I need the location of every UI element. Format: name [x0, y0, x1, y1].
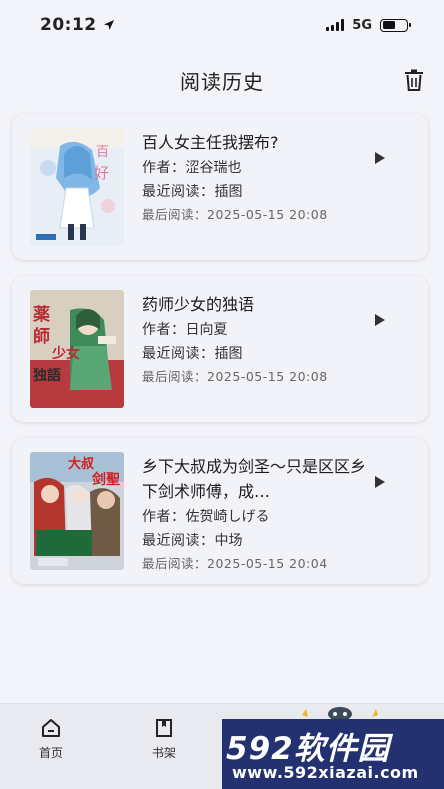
- author-name: 涩谷瑞也: [185, 160, 242, 176]
- recent-chapter: 中场: [214, 533, 243, 549]
- author-line: 作者：日向夏: [142, 318, 366, 342]
- book-info: 百人女主任我摆布? 作者：涩谷瑞也 最近阅读：插图 最后阅读：2025-05-1…: [142, 128, 410, 246]
- nav-home-label: 首页: [38, 746, 63, 760]
- status-bar: 20:12 5G: [0, 0, 444, 50]
- last-read-time: 2025-05-15 20:04: [207, 556, 328, 571]
- last-read-label: 最后阅读：: [142, 369, 208, 384]
- recent-label: 最近阅读：: [142, 533, 215, 549]
- last-read-label: 最后阅读：: [142, 556, 208, 571]
- home-icon: [42, 719, 60, 737]
- svg-text:剑聖: 剑聖: [91, 471, 120, 488]
- location-arrow-icon: [103, 20, 114, 30]
- book-cover: 百 好: [30, 128, 124, 246]
- svg-text:大叔: 大叔: [68, 456, 95, 472]
- book-info: 乡下大叔成为剑圣～只是区区乡下剑术师傅，成… 作者：佐贺崎しげる 最近阅读：中场…: [142, 452, 410, 571]
- last-read-line: 最后阅读：2025-05-15 20:08: [142, 366, 366, 388]
- book-title: 乡下大叔成为剑圣～只是区区乡下剑术师傅，成…: [142, 457, 366, 501]
- recent-chapter: 插图: [214, 184, 243, 200]
- history-card[interactable]: 薬 師 少女 独語 药师少女的独语 作者：日向夏 最近阅读：插图 最后阅读：20…: [12, 276, 428, 422]
- recent-line: 最近阅读：插图: [142, 342, 366, 366]
- last-read-label: 最后阅读：: [142, 207, 208, 222]
- history-card[interactable]: 大叔 剑聖 乡下大叔成为剑圣～只是区区乡下剑术师傅，成… 作者：佐贺崎しげる 最…: [12, 438, 428, 584]
- nav-home[interactable]: 首页: [21, 718, 81, 761]
- recent-chapter: 插图: [214, 346, 243, 362]
- nav-shelf[interactable]: 书架: [134, 718, 194, 761]
- play-icon: [375, 314, 385, 326]
- play-icon: [375, 476, 385, 488]
- page-title: 阅读历史: [180, 69, 264, 94]
- recent-label: 最近阅读：: [142, 184, 215, 200]
- last-read-time: 2025-05-15 20:08: [207, 207, 328, 222]
- last-read-line: 最后阅读：2025-05-15 20:04: [142, 553, 366, 575]
- author-label: 作者：: [142, 160, 186, 176]
- recent-label: 最近阅读：: [142, 346, 215, 362]
- signal-icon: [326, 19, 345, 31]
- watermark-url: www.592xiazai.com: [232, 763, 419, 782]
- book-info: 药师少女的独语 作者：日向夏 最近阅读：插图 最后阅读：2025-05-15 2…: [142, 290, 410, 408]
- last-read-line: 最后阅读：2025-05-15 20:08: [142, 204, 366, 226]
- svg-text:少女: 少女: [51, 345, 80, 362]
- recent-line: 最近阅读：插图: [142, 180, 366, 204]
- network-type: 5G: [352, 17, 372, 33]
- history-card[interactable]: 百 好 百人女主任我摆布? 作者：涩谷瑞也 最近阅读：插图 最后阅读：2025-…: [12, 114, 428, 260]
- continue-reading-button[interactable]: [370, 148, 390, 168]
- svg-text:薬: 薬: [33, 305, 50, 325]
- author-label: 作者：: [142, 509, 186, 525]
- svg-text:師: 師: [33, 326, 50, 347]
- time-text: 20:12: [40, 15, 97, 35]
- recent-line: 最近阅读：中场: [142, 529, 366, 553]
- book-cover: 薬 師 少女 独語: [30, 290, 124, 408]
- author-name: 日向夏: [185, 322, 228, 338]
- battery-icon: [380, 18, 411, 32]
- trash-icon: [405, 69, 423, 91]
- author-line: 作者：涩谷瑞也: [142, 156, 366, 180]
- author-name: 佐贺崎しげる: [185, 509, 270, 525]
- watermark: 592软件园 www.592xiazai.com: [222, 719, 444, 789]
- play-icon: [375, 152, 385, 164]
- nav-shelf-label: 书架: [151, 746, 176, 760]
- clear-history-button[interactable]: [400, 66, 428, 94]
- svg-text:百: 百: [96, 145, 109, 160]
- header: 阅读历史: [0, 56, 444, 104]
- status-time: 20:12: [40, 15, 115, 35]
- watermark-logo: 592软件园: [226, 731, 390, 767]
- bookshelf-icon: [156, 719, 172, 737]
- svg-text:好: 好: [94, 164, 109, 182]
- last-read-time: 2025-05-15 20:08: [207, 369, 328, 384]
- status-indicators: 5G: [326, 17, 411, 33]
- book-title: 药师少女的独语: [142, 295, 255, 314]
- svg-text:独語: 独語: [33, 367, 61, 384]
- book-cover: 大叔 剑聖: [30, 452, 124, 570]
- author-label: 作者：: [142, 322, 186, 338]
- continue-reading-button[interactable]: [370, 310, 390, 330]
- history-list: 百 好 百人女主任我摆布? 作者：涩谷瑞也 最近阅读：插图 最后阅读：2025-…: [12, 114, 428, 600]
- author-line: 作者：佐贺崎しげる: [142, 505, 366, 529]
- book-title: 百人女主任我摆布?: [142, 133, 279, 152]
- continue-reading-button[interactable]: [370, 472, 390, 492]
